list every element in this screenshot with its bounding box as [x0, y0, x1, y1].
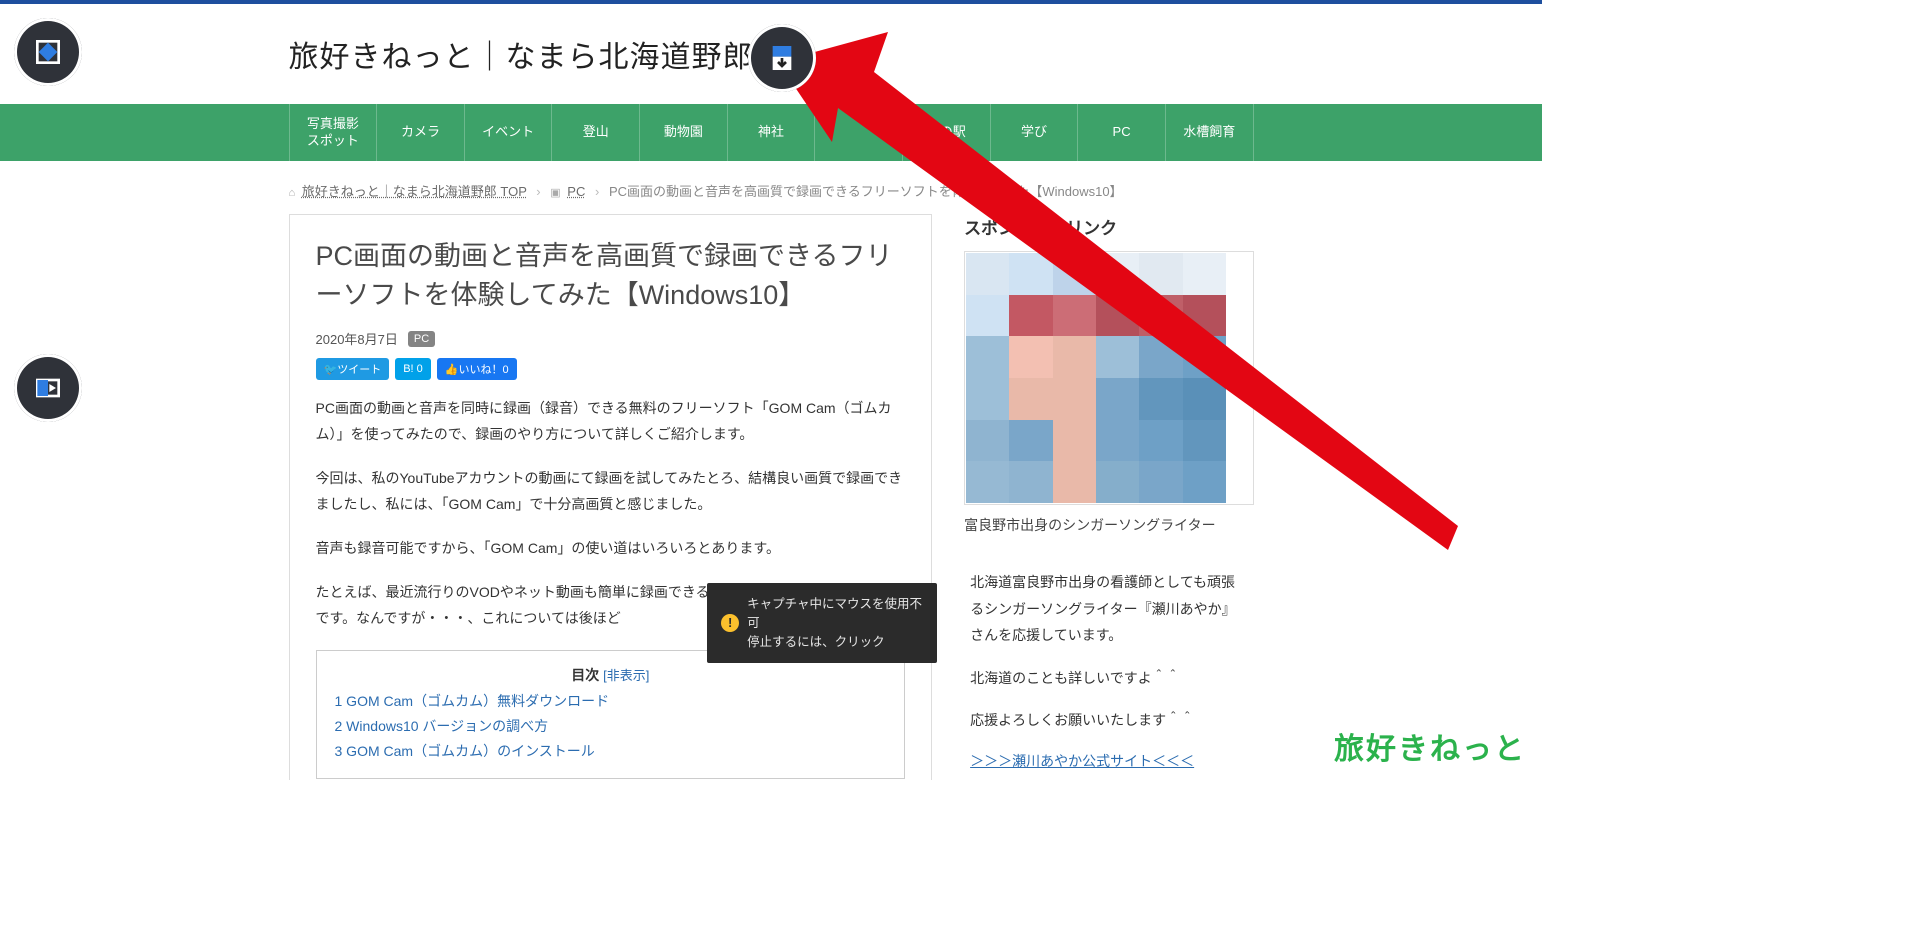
nav-item-0[interactable]: 写真撮影 スポット [289, 104, 378, 161]
article-paragraph: 今回は、私のYouTubeアカウントの動画にて録画を試してみたとろ、結構良い画質… [316, 466, 906, 518]
fullscreen-icon[interactable] [14, 18, 82, 86]
toc-item[interactable]: 2 Windows10 バージョンの調べ方 [335, 714, 887, 739]
article-category-tag[interactable]: PC [408, 331, 435, 347]
facebook-like-button[interactable]: 👍 いいね！0 [437, 358, 517, 380]
hatena-bookmark-button[interactable]: B! 0 [395, 358, 431, 380]
home-icon: ⌂ [289, 187, 296, 199]
toc-toggle[interactable]: [非表示] [603, 668, 649, 683]
table-of-contents: 目次 [非表示] 1 GOM Cam（ゴムカム）無料ダウンロード2 Window… [316, 650, 906, 780]
nav-item-1[interactable]: カメラ [377, 104, 465, 161]
toc-item[interactable]: 1 GOM Cam（ゴムカム）無料ダウンロード [335, 689, 887, 714]
next-icon[interactable] [14, 354, 82, 422]
nav-item-7[interactable]: 道の駅 [903, 104, 991, 161]
breadcrumb-home[interactable]: 旅好きねっと｜なまら北海道野郎 TOP [302, 184, 527, 199]
watermark: 旅好きねっと [1334, 724, 1526, 768]
breadcrumb: ⌂ 旅好きねっと｜なまら北海道野郎 TOP › ▣ PC › PC画面の動画と音… [289, 161, 1254, 214]
nav-item-6[interactable] [815, 104, 903, 161]
nav-item-8[interactable]: 学び [991, 104, 1079, 161]
sidebar-ad[interactable] [964, 251, 1253, 505]
main-nav: 写真撮影 スポットカメライベント登山動物園神社 道の駅学びPC水槽飼育 [0, 104, 1542, 161]
chevron-right-icon: › [530, 184, 546, 199]
article-paragraph: 音声も録音可能ですから、「GOM Cam」の使い道はいろいろとあります。 [316, 536, 906, 562]
article-card: PC画面の動画と音声を高画質で録画できるフリーソフトを体験してみた【Window… [289, 214, 933, 780]
breadcrumb-category[interactable]: PC [567, 184, 585, 199]
sidebar-profile-p1: 北海道富良野市出身の看護師としても頑張るシンガーソングライター『瀬川あやか』さん… [970, 569, 1247, 649]
nav-item-9[interactable]: PC [1078, 104, 1166, 161]
sidebar-profile-p2: 北海道のことも詳しいですよ＾＾ [970, 665, 1247, 692]
toc-item[interactable]: 3 GOM Cam（ゴムカム）のインストール [335, 739, 887, 764]
chevron-right-icon: › [589, 184, 605, 199]
nav-item-5[interactable]: 神社 [728, 104, 816, 161]
nav-item-4[interactable]: 動物園 [640, 104, 728, 161]
sidebar-profile-p3: 応援よろしくお願いいたします＾＾ [970, 707, 1247, 734]
article-title: PC画面の動画と音声を高画質で録画できるフリーソフトを体験してみた【Window… [316, 237, 906, 315]
twitter-share-button[interactable]: 🐦 ツイート [316, 358, 390, 380]
download-icon[interactable] [748, 24, 816, 92]
article-date: 2020年8月7日 [316, 329, 398, 348]
nav-item-2[interactable]: イベント [465, 104, 553, 161]
toc-heading: 目次 [571, 667, 599, 683]
capture-tooltip: ! キャプチャ中にマウスを使用不可停止するには、クリック [707, 583, 937, 663]
sidebar-profile-link[interactable]: ＞＞＞瀬川あやか公式サイト＜＜＜ [970, 748, 1247, 775]
article-paragraph: PC画面の動画と音声を同時に録画（録音）できる無料のフリーソフト「GOM Cam… [316, 396, 906, 448]
folder-icon: ▣ [550, 187, 560, 199]
breadcrumb-current: PC画面の動画と音声を高画質で録画できるフリーソフトを体験してみた【Window… [609, 184, 1123, 199]
nav-item-10[interactable]: 水槽飼育 [1166, 104, 1254, 161]
sidebar-sponsor-heading: スポンサードリンク [964, 214, 1253, 239]
sidebar-ad-caption: 富良野市出身のシンガーソングライター [964, 515, 1253, 535]
warning-icon: ! [721, 614, 739, 632]
nav-item-3[interactable]: 登山 [552, 104, 640, 161]
